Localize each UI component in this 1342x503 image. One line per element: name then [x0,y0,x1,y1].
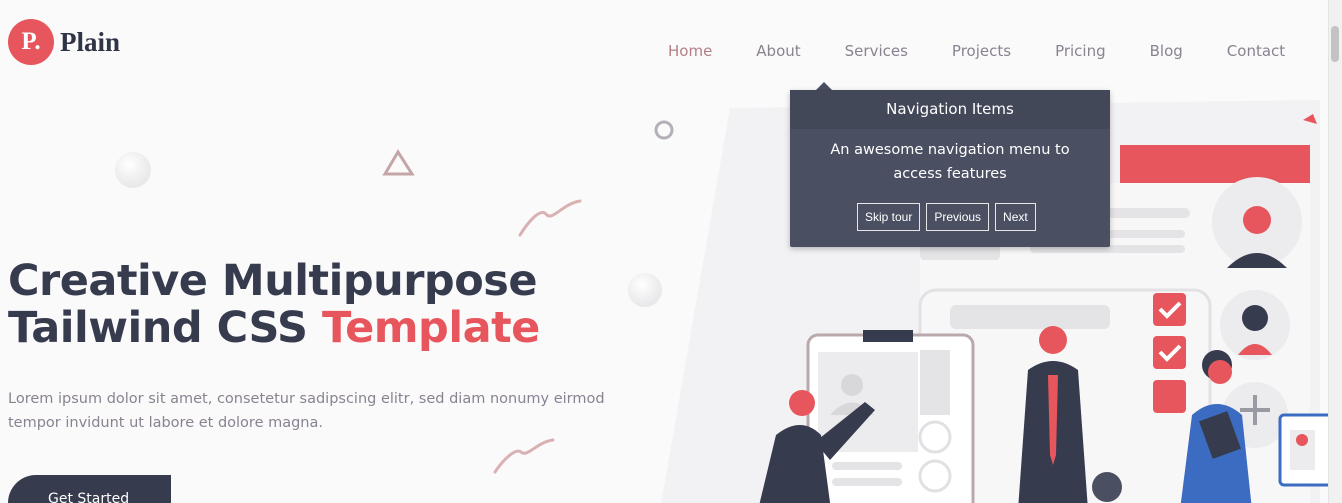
page-scrollbar[interactable] [1328,0,1342,503]
tour-title: Navigation Items [790,90,1110,129]
scrollbar-thumb[interactable] [1331,26,1339,62]
skip-tour-button[interactable]: Skip tour [857,203,921,231]
tour-body: An awesome navigation menu to access fea… [830,142,1070,182]
previous-button[interactable]: Previous [926,203,990,231]
tour-arrow [816,82,832,90]
hero-title-accent: Template [321,303,540,353]
get-started-button[interactable]: Get Started [8,475,171,503]
nav-item-pricing[interactable]: Pricing [1055,40,1106,62]
hero-title-line1: Creative Multipurpose [8,256,538,306]
hero-title-line2: Tailwind CSS [8,303,322,353]
hero-title: Creative Multipurpose Tailwind CSS Templ… [8,258,540,352]
tour-popup: Navigation Items An awesome navigation m… [790,90,1110,247]
nav-item-contact[interactable]: Contact [1227,40,1285,62]
nav-item-about[interactable]: About [756,40,800,62]
hero-description: Lorem ipsum dolor sit amet, consetetur s… [8,391,605,431]
next-button[interactable]: Next [995,203,1036,231]
nav-item-projects[interactable]: Projects [952,40,1011,62]
nav-item-blog[interactable]: Blog [1150,40,1183,62]
nav-item-services[interactable]: Services [845,40,908,62]
tour-buttons: Skip tour Previous Next [857,203,1042,231]
main-nav: Home About Services Projects Pricing Blo… [668,40,1329,62]
